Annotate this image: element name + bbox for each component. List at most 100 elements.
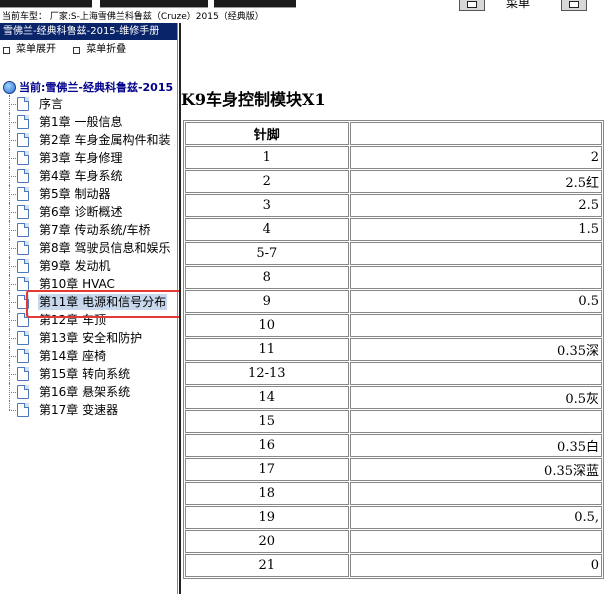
chapter-label[interactable]: 第11章 电源和信号分布 [38, 294, 168, 310]
pin-number: 1 [185, 146, 349, 169]
table-row: 15 [185, 410, 602, 433]
menu-actions: 菜单展开 菜单折叠 [0, 40, 177, 60]
chapter-label[interactable]: 第7章 传动系统/车桥 [38, 222, 152, 238]
chapter-item[interactable]: 第16章 悬架系统 [0, 383, 177, 401]
table-row: 20 [185, 530, 602, 553]
chapter-item[interactable]: 第12章 车顶 [0, 311, 177, 329]
table-row: 18 [185, 482, 602, 505]
toolbar-button-2[interactable] [100, 0, 208, 8]
document-icon [17, 97, 29, 111]
chapter-label[interactable]: 第15章 转向系统 [38, 366, 131, 382]
chapter-label[interactable]: 第9章 发动机 [38, 258, 111, 274]
chapter-item[interactable]: 第3章 车身修理 [0, 149, 177, 167]
document-icon [17, 385, 29, 399]
table-row: 9 0.5 [185, 290, 602, 313]
pin-number: 12-13 [185, 362, 349, 385]
checkbox-icon [3, 46, 10, 54]
chapter-item[interactable]: 第11章 电源和信号分布 [0, 293, 177, 311]
chapter-item[interactable]: 序言 [0, 95, 177, 113]
menu-icon[interactable] [459, 0, 485, 11]
pin-description: 0.35深 [349, 338, 602, 361]
document-icon [17, 241, 29, 255]
expand-menu-button[interactable]: 菜单展开 [3, 40, 56, 60]
pin-description: 0 [349, 554, 602, 577]
toolbar-button-1[interactable] [0, 0, 92, 8]
pin-table-header: 针脚 [185, 122, 602, 145]
toolbar-button-3[interactable] [214, 0, 296, 8]
chapter-label[interactable]: 第5章 制动器 [38, 186, 111, 202]
pin-description [349, 482, 602, 505]
document-icon [17, 403, 29, 417]
table-row: 4 1.5 [185, 218, 602, 241]
chapter-label[interactable]: 第10章 HVAC [38, 276, 116, 292]
tree-line [9, 401, 10, 410]
chapter-label[interactable]: 第2章 车身金属构件和装 [38, 132, 171, 148]
pin-description: 0.5 [349, 290, 602, 313]
chapter-item[interactable]: 第8章 驾驶员信息和娱乐 [0, 239, 177, 257]
table-row: 10 [185, 314, 602, 337]
table-row: 12 [185, 146, 602, 169]
pin-description: 0.5, [349, 506, 602, 529]
manual-title: 雪佛兰-经典科鲁兹-2015-维修手册 [0, 23, 177, 40]
table-row: 19 0.5, [185, 506, 602, 529]
table-row: 3 2.5 [185, 194, 602, 217]
collapse-menu-button[interactable]: 菜单折叠 [73, 40, 126, 60]
collapse-menu-label: 菜单折叠 [86, 44, 127, 55]
pin-description [349, 266, 602, 289]
chapter-label[interactable]: 第12章 车顶 [38, 312, 107, 328]
pin-description: 2.5红 [349, 170, 602, 193]
chapter-label[interactable]: 序言 [38, 96, 64, 112]
pin-number: 20 [185, 530, 349, 553]
pin-number: 16 [185, 434, 349, 457]
chapter-item[interactable]: 第17章 变速器 [0, 401, 177, 419]
chapter-label[interactable]: 第13章 安全和防护 [38, 330, 143, 346]
chapter-label[interactable]: 第3章 车身修理 [38, 150, 123, 166]
pin-number: 5-7 [185, 242, 349, 265]
table-row: 8 [185, 266, 602, 289]
document-icon [17, 151, 29, 165]
pin-number: 21 [185, 554, 349, 577]
content-pane: K9车身控制模块X1 针脚 1 2 2 2.5红 3 2.5 4 1.5 5-7 8 9 0.5 10 1… [179, 23, 604, 594]
chapter-item[interactable]: 第14章 座椅 [0, 347, 177, 365]
tree-root[interactable]: 当前:雪佛兰-经典科鲁兹-2015 [3, 79, 173, 95]
pin-description: 2.5 [349, 194, 602, 217]
chapter-item[interactable]: 第7章 传动系统/车桥 [0, 221, 177, 239]
pin-number: 17 [185, 458, 349, 481]
chapter-item[interactable]: 第13章 安全和防护 [0, 329, 177, 347]
chapter-label[interactable]: 第16章 悬架系统 [38, 384, 131, 400]
document-icon [17, 259, 29, 273]
document-icon [17, 295, 29, 309]
chapter-item[interactable]: 第10章 HVAC [0, 275, 177, 293]
document-icon [17, 187, 29, 201]
pin-number: 18 [185, 482, 349, 505]
chapter-label[interactable]: 第4章 车身系统 [38, 168, 123, 184]
document-icon [17, 313, 29, 327]
table-row: 17 0.35深蓝 [185, 458, 602, 481]
pin-description: 0.35深蓝 [349, 458, 602, 481]
chapter-item[interactable]: 第15章 转向系统 [0, 365, 177, 383]
chapter-item[interactable]: 第2章 车身金属构件和装 [0, 131, 177, 149]
chapter-label[interactable]: 第1章 一般信息 [38, 114, 123, 130]
document-icon [17, 205, 29, 219]
pin-number: 8 [185, 266, 349, 289]
pin-number: 3 [185, 194, 349, 217]
chapter-label[interactable]: 第17章 变速器 [38, 402, 119, 418]
menu-label[interactable]: 菜单 [506, 0, 530, 10]
chapter-item[interactable]: 第9章 发动机 [0, 257, 177, 275]
vehicle-info: 当前车型： 厂家:S-上海雪佛兰科鲁兹（Cruze）2015（经典版） [0, 11, 604, 23]
chapter-item[interactable]: 第6章 诊断概述 [0, 203, 177, 221]
document-icon [17, 331, 29, 345]
pin-number: 4 [185, 218, 349, 241]
pin-number: 11 [185, 338, 349, 361]
window-icon[interactable] [561, 0, 587, 11]
table-row: 5-7 [185, 242, 602, 265]
chapter-item[interactable]: 第5章 制动器 [0, 185, 177, 203]
table-row: 14 0.5灰 [185, 386, 602, 409]
chapter-label[interactable]: 第8章 驾驶员信息和娱乐 [38, 240, 171, 256]
pin-description [349, 410, 602, 433]
chapter-label[interactable]: 第6章 诊断概述 [38, 204, 123, 220]
chapter-item[interactable]: 第4章 车身系统 [0, 167, 177, 185]
chapter-label[interactable]: 第14章 座椅 [38, 348, 107, 364]
chapter-item[interactable]: 第1章 一般信息 [0, 113, 177, 131]
pin-number: 2 [185, 170, 349, 193]
